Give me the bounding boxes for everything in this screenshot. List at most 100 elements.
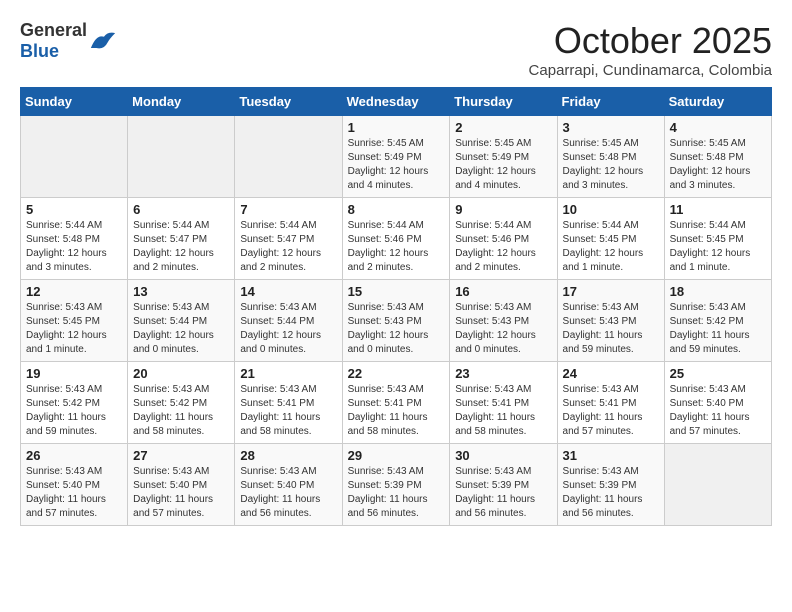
day-info: Sunrise: 5:45 AM Sunset: 5:48 PM Dayligh… [670, 137, 766, 193]
calendar-cell: 29 Sunrise: 5:43 AM Sunset: 5:39 PM Dayli… [342, 444, 450, 526]
calendar-cell [21, 116, 128, 198]
day-number: 1 [348, 120, 445, 135]
day-info: Sunrise: 5:44 AM Sunset: 5:46 PM Dayligh… [348, 219, 445, 275]
day-info: Sunrise: 5:43 AM Sunset: 5:39 PM Dayligh… [348, 465, 445, 521]
calendar-week-row: 12Sunrise: 5:43 AM Sunset: 5:45 PM Dayli… [21, 280, 772, 362]
day-info: Sunrise: 5:43 AM Sunset: 5:42 PM Dayligh… [670, 301, 766, 357]
calendar-cell: 9 Sunrise: 5:44 AM Sunset: 5:46 PM Daylig… [450, 198, 557, 280]
weekday-header-row: SundayMondayTuesdayWednesdayThursdayFrid… [21, 88, 772, 116]
day-info: Sunrise: 5:43 AM Sunset: 5:41 PM Dayligh… [348, 383, 445, 439]
day-number: 4 [670, 120, 766, 135]
calendar-cell: 27 Sunrise: 5:43 AM Sunset: 5:40 PM Dayli… [128, 444, 235, 526]
day-info: Sunrise: 5:43 AM Sunset: 5:43 PM Dayligh… [348, 301, 445, 357]
day-info: Sunrise: 5:44 AM Sunset: 5:47 PM Dayligh… [133, 219, 229, 275]
calendar-cell: 15 Sunrise: 5:43 AM Sunset: 5:43 PM Dayli… [342, 280, 450, 362]
calendar-cell: 30Sunrise: 5:43 AM Sunset: 5:39 PM Dayli… [450, 444, 557, 526]
calendar-week-row: 19 Sunrise: 5:43 AM Sunset: 5:42 PM Dayli… [21, 362, 772, 444]
calendar-cell [128, 116, 235, 198]
weekday-header-friday: Friday [557, 88, 664, 116]
calendar-cell: 24 Sunrise: 5:43 AM Sunset: 5:41 PM Dayli… [557, 362, 664, 444]
day-number: 7 [240, 202, 336, 217]
calendar-cell: 5Sunrise: 5:44 AM Sunset: 5:48 PM Daylig… [21, 198, 128, 280]
day-info: Sunrise: 5:45 AM Sunset: 5:49 PM Dayligh… [455, 137, 551, 193]
day-number: 31 [563, 448, 659, 463]
day-number: 18 [670, 284, 766, 299]
weekday-header-sunday: Sunday [21, 88, 128, 116]
calendar-cell: 16 Sunrise: 5:43 AM Sunset: 5:43 PM Dayli… [450, 280, 557, 362]
day-number: 3 [563, 120, 659, 135]
day-info: Sunrise: 5:43 AM Sunset: 5:43 PM Dayligh… [455, 301, 551, 357]
day-info: Sunrise: 5:43 AM Sunset: 5:44 PM Dayligh… [133, 301, 229, 357]
day-number: 28 [240, 448, 336, 463]
day-number: 19 [26, 366, 122, 381]
day-number: 25 [670, 366, 766, 381]
calendar-cell: 10 Sunrise: 5:44 AM Sunset: 5:45 PM Dayli… [557, 198, 664, 280]
day-info: Sunrise: 5:43 AM Sunset: 5:45 PM Dayligh… [26, 301, 122, 357]
calendar-cell: 20 Sunrise: 5:43 AM Sunset: 5:42 PM Dayli… [128, 362, 235, 444]
calendar-cell: 8Sunrise: 5:44 AM Sunset: 5:46 PM Daylig… [342, 198, 450, 280]
calendar-table: SundayMondayTuesdayWednesdayThursdayFrid… [20, 87, 772, 526]
day-number: 10 [563, 202, 659, 217]
calendar-cell: 18 Sunrise: 5:43 AM Sunset: 5:42 PM Dayli… [664, 280, 771, 362]
weekday-header-wednesday: Wednesday [342, 88, 450, 116]
logo: General Blue [20, 20, 117, 62]
calendar-cell [664, 444, 771, 526]
day-info: Sunrise: 5:43 AM Sunset: 5:41 PM Dayligh… [563, 383, 659, 439]
day-number: 21 [240, 366, 336, 381]
calendar-cell: 25 Sunrise: 5:43 AM Sunset: 5:40 PM Dayli… [664, 362, 771, 444]
calendar-cell: 2 Sunrise: 5:45 AM Sunset: 5:49 PM Daylig… [450, 116, 557, 198]
day-info: Sunrise: 5:43 AM Sunset: 5:41 PM Dayligh… [455, 383, 551, 439]
calendar-week-row: 1 Sunrise: 5:45 AM Sunset: 5:49 PM Daylig… [21, 116, 772, 198]
weekday-header-monday: Monday [128, 88, 235, 116]
calendar-cell: 28Sunrise: 5:43 AM Sunset: 5:40 PM Dayli… [235, 444, 342, 526]
day-info: Sunrise: 5:43 AM Sunset: 5:40 PM Dayligh… [133, 465, 229, 521]
calendar-cell: 1Sunrise: 5:45 AM Sunset: 5:49 PM Daylig… [342, 116, 450, 198]
day-number: 23 [455, 366, 551, 381]
day-number: 22 [348, 366, 445, 381]
day-number: 26 [26, 448, 122, 463]
calendar-cell: 31Sunrise: 5:43 AM Sunset: 5:39 PM Dayli… [557, 444, 664, 526]
logo-text: General Blue [20, 20, 87, 62]
calendar-cell: 3Sunrise: 5:45 AM Sunset: 5:48 PM Daylig… [557, 116, 664, 198]
weekday-header-thursday: Thursday [450, 88, 557, 116]
calendar-cell: 22 Sunrise: 5:43 AM Sunset: 5:41 PM Dayli… [342, 362, 450, 444]
day-number: 13 [133, 284, 229, 299]
calendar-cell: 19 Sunrise: 5:43 AM Sunset: 5:42 PM Dayli… [21, 362, 128, 444]
calendar-cell: 4 Sunrise: 5:45 AM Sunset: 5:48 PM Daylig… [664, 116, 771, 198]
day-number: 27 [133, 448, 229, 463]
day-info: Sunrise: 5:43 AM Sunset: 5:40 PM Dayligh… [26, 465, 122, 521]
day-number: 17 [563, 284, 659, 299]
month-title: October 2025 [529, 20, 772, 62]
day-number: 16 [455, 284, 551, 299]
logo-bird-icon [89, 29, 117, 53]
day-info: Sunrise: 5:43 AM Sunset: 5:42 PM Dayligh… [133, 383, 229, 439]
page-header: General Blue October 2025 Caparrapi, Cun… [20, 20, 772, 79]
day-number: 20 [133, 366, 229, 381]
day-info: Sunrise: 5:43 AM Sunset: 5:40 PM Dayligh… [670, 383, 766, 439]
day-number: 2 [455, 120, 551, 135]
weekday-header-tuesday: Tuesday [235, 88, 342, 116]
day-number: 29 [348, 448, 445, 463]
calendar-cell: 12Sunrise: 5:43 AM Sunset: 5:45 PM Dayli… [21, 280, 128, 362]
calendar-cell: 11 Sunrise: 5:44 AM Sunset: 5:45 PM Dayli… [664, 198, 771, 280]
calendar-cell: 14Sunrise: 5:43 AM Sunset: 5:44 PM Dayli… [235, 280, 342, 362]
day-number: 11 [670, 202, 766, 217]
day-info: Sunrise: 5:44 AM Sunset: 5:48 PM Dayligh… [26, 219, 122, 275]
calendar-cell: 23 Sunrise: 5:43 AM Sunset: 5:41 PM Dayli… [450, 362, 557, 444]
day-number: 15 [348, 284, 445, 299]
day-info: Sunrise: 5:43 AM Sunset: 5:41 PM Dayligh… [240, 383, 336, 439]
day-info: Sunrise: 5:44 AM Sunset: 5:46 PM Dayligh… [455, 219, 551, 275]
calendar-cell: 13 Sunrise: 5:43 AM Sunset: 5:44 PM Dayli… [128, 280, 235, 362]
weekday-header-saturday: Saturday [664, 88, 771, 116]
day-number: 24 [563, 366, 659, 381]
day-info: Sunrise: 5:44 AM Sunset: 5:45 PM Dayligh… [670, 219, 766, 275]
title-block: October 2025 Caparrapi, Cundinamarca, Co… [529, 20, 772, 79]
day-info: Sunrise: 5:43 AM Sunset: 5:42 PM Dayligh… [26, 383, 122, 439]
day-number: 14 [240, 284, 336, 299]
calendar-cell: 26 Sunrise: 5:43 AM Sunset: 5:40 PM Dayli… [21, 444, 128, 526]
calendar-cell: 21 Sunrise: 5:43 AM Sunset: 5:41 PM Dayli… [235, 362, 342, 444]
calendar-cell [235, 116, 342, 198]
day-info: Sunrise: 5:43 AM Sunset: 5:39 PM Dayligh… [455, 465, 551, 521]
day-number: 9 [455, 202, 551, 217]
day-info: Sunrise: 5:44 AM Sunset: 5:45 PM Dayligh… [563, 219, 659, 275]
